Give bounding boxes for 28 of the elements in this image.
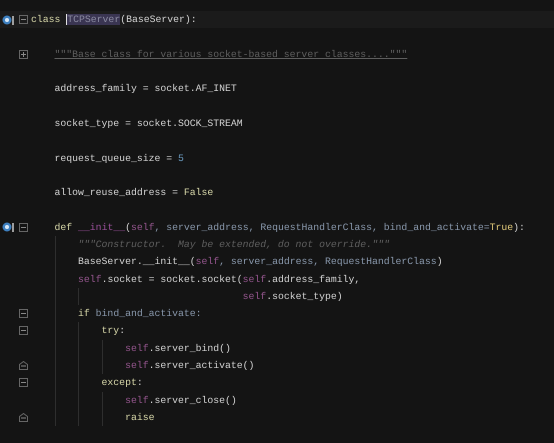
fold-icon[interactable] bbox=[19, 15, 28, 24]
code-line: self.server_activate() bbox=[125, 360, 254, 372]
code-line: class TCPServer(BaseServer): bbox=[31, 14, 197, 26]
fold-icon[interactable] bbox=[19, 326, 28, 336]
code-line: try: bbox=[102, 325, 126, 336]
code-line: """Constructor. May be extended, do not override.""" bbox=[78, 239, 390, 250]
code-line: raise bbox=[125, 412, 154, 423]
code-line: except: bbox=[102, 377, 143, 388]
expand-icon[interactable] bbox=[19, 50, 28, 59]
code-line: self.server_close() bbox=[125, 394, 237, 406]
code-line: BaseServer.__init__(self, server_address, RequestHandlerClass) bbox=[78, 256, 443, 268]
code-line: self.server_bind() bbox=[125, 342, 231, 354]
fold-icon[interactable] bbox=[19, 222, 28, 232]
fold-icon[interactable] bbox=[19, 309, 28, 318]
fold-end-icon[interactable] bbox=[19, 412, 28, 422]
code-line: socket_type = socket.SOCK_STREAM bbox=[54, 118, 243, 129]
override-marker-icon[interactable] bbox=[2, 14, 14, 26]
code-line: request_queue_size = 5 bbox=[54, 152, 184, 164]
code-line: def __init__(self, server_address, RequestHandlerClass, bind_and_activate=True): bbox=[54, 222, 525, 233]
fold-end-icon[interactable] bbox=[19, 361, 28, 370]
fold-icon[interactable] bbox=[19, 378, 28, 388]
code-line: if bind_and_activate: bbox=[78, 308, 202, 320]
code-line: """Base class for various socket-based server classes....""" bbox=[54, 48, 408, 60]
override-marker-icon[interactable] bbox=[2, 221, 14, 234]
code-line: address_family = socket.AF_INET bbox=[54, 83, 237, 94]
code-line: self.socket_type) bbox=[242, 290, 343, 302]
code-line: self.socket = socket.socket(self.address_family, bbox=[78, 274, 360, 285]
code-line: allow_reuse_address = False bbox=[54, 187, 214, 198]
